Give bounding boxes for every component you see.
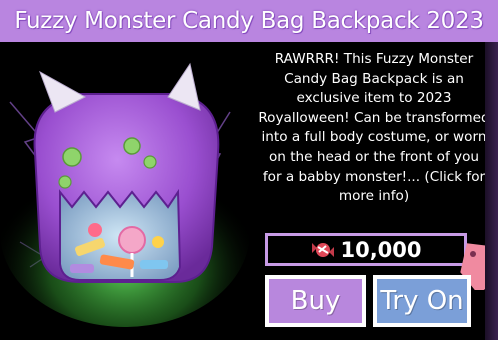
item-description[interactable]: RAWRRR! This Fuzzy Monster Candy Bag Bac… (258, 50, 490, 207)
candy-icon (312, 242, 335, 257)
item-preview[interactable] (0, 42, 258, 340)
try-on-button[interactable]: Try On (373, 275, 471, 327)
item-title: Fuzzy Monster Candy Bag Backpack 2023 (14, 8, 484, 34)
title-bar: Fuzzy Monster Candy Bag Backpack 2023 (0, 0, 498, 42)
price-value: 10,000 (340, 237, 422, 262)
monster-backpack-image (0, 62, 250, 327)
buy-button[interactable]: Buy (265, 275, 366, 327)
price-display: 10,000 (265, 233, 467, 266)
panel-edge (485, 42, 498, 340)
